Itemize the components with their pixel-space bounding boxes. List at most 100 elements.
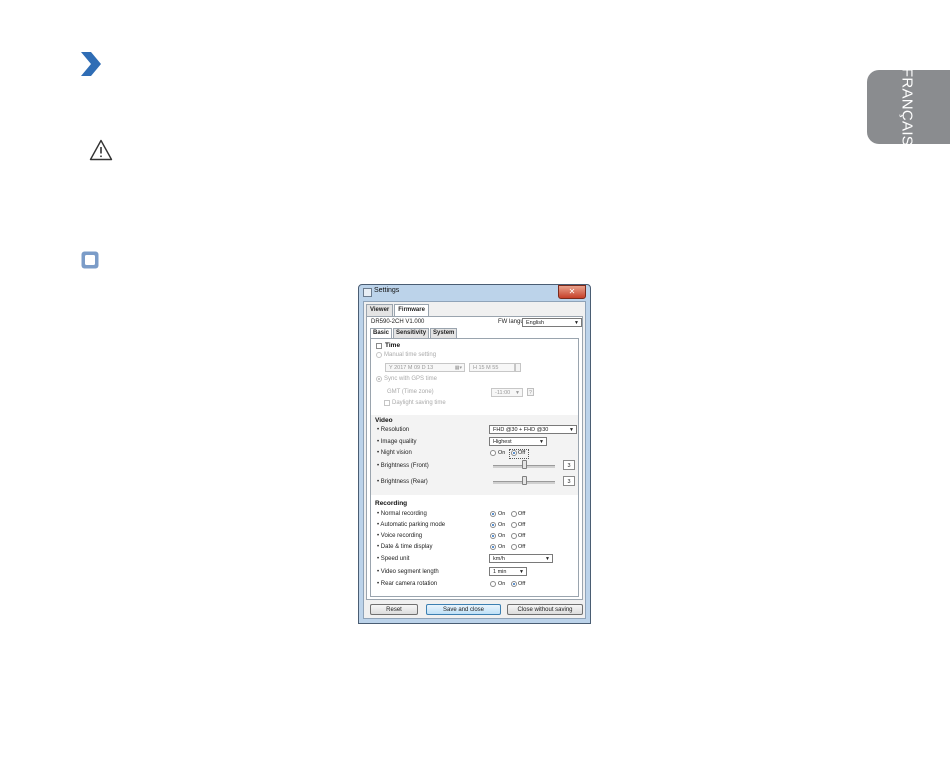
rear-rotation-off-label: Off [518,581,526,587]
resolution-label: • Resolution [377,427,410,433]
model-version: DR590-2CH V1.000 [371,319,425,325]
warning-icon [89,139,113,161]
rear-rotation-label: • Rear camera rotation [377,581,438,587]
recording-on-radio[interactable] [490,533,496,539]
chevron-right-icon [81,52,101,76]
speed-unit-select[interactable]: km/h ▼ [489,554,553,563]
night-vision-label: • Night vision [377,450,412,456]
title-bar: Settings ✕ [359,285,590,300]
recording-off-label: Off [518,522,526,528]
recording-on-radio[interactable] [490,522,496,528]
speed-unit-label: • Speed unit [377,556,410,562]
rear-rotation-off-radio[interactable] [511,581,517,587]
brightness-front-value[interactable]: 3 [563,460,575,470]
rear-rotation-on-radio[interactable] [490,581,496,587]
window-close-button[interactable]: ✕ [558,285,586,299]
recording-off-label: Off [518,533,526,539]
recording-header: Recording [375,500,408,507]
night-vision-off-label: Off [518,450,526,456]
segment-length-label: • Video segment length [377,569,439,575]
gmt-select[interactable]: -11:00 ▼ [491,388,523,397]
dropdown-arrow-icon: ▼ [515,390,520,396]
night-vision-off-radio[interactable] [511,450,517,456]
image-quality-label: • Image quality [377,439,417,445]
speed-unit-value: km/h [493,556,505,562]
square-bullet-icon [81,251,99,269]
recording-off-label: Off [518,544,526,550]
settings-window: Settings ✕ Viewer Firmware DR590-2CH V1.… [358,284,591,624]
night-vision-on-label: On [498,450,506,456]
time-section: Time Manual time setting Y 2017 M 09 D 1… [371,339,578,413]
firmware-panel: DR590-2CH V1.000 FW language English ▼ B… [366,316,583,600]
gmt-value: -11:00 [495,390,511,396]
brightness-rear-slider[interactable] [521,476,527,485]
time-header: Time [385,342,401,349]
reset-button[interactable]: Reset [370,604,418,615]
recording-off-radio[interactable] [511,511,517,517]
segment-length-value: 1 min [493,569,507,575]
close-without-saving-button[interactable]: Close without saving [507,604,583,615]
calendar-icon: ▦▾ [454,365,462,371]
time-spinner[interactable] [515,363,521,372]
language-side-tab-label: FRANÇAIS [898,67,916,147]
dropdown-arrow-icon: ▼ [545,556,550,562]
tab-sensitivity[interactable]: Sensitivity [393,328,430,338]
resolution-value: FHD @30 + FHD @30 [493,427,549,433]
gmt-help-button[interactable]: ? [527,388,534,396]
manual-time-radio[interactable] [376,352,382,358]
dropdown-arrow-icon: ▼ [569,427,574,433]
main-tabs: Viewer Firmware [366,304,430,317]
window-title: Settings [374,287,400,294]
tab-system[interactable]: System [430,328,458,338]
night-vision-on-radio[interactable] [490,450,496,456]
fw-language-select[interactable]: English ▼ [522,318,582,327]
gmt-label: GMT (Time zone) [387,389,434,395]
recording-on-radio[interactable] [490,511,496,517]
save-and-close-button[interactable]: Save and close [426,604,501,615]
tab-viewer[interactable]: Viewer [366,304,394,316]
gps-sync-radio[interactable] [376,376,382,382]
date-value: Y 2017 M 09 D 13 [389,365,434,371]
recording-row-label: • Voice recording [377,533,423,539]
language-side-tab: FRANÇAIS [867,67,950,147]
brightness-rear-value[interactable]: 3 [563,476,575,486]
recording-on-label: On [498,533,506,539]
recording-on-label: On [498,511,506,517]
window-client-area: Viewer Firmware DR590-2CH V1.000 FW lang… [363,301,586,619]
fw-language-value: English [526,320,545,326]
dst-label: Daylight saving time [392,400,446,406]
recording-on-label: On [498,544,506,550]
brightness-front-label: • Brightness (Front) [377,463,429,469]
time-field[interactable]: H 15 M 55 [469,363,515,372]
rear-rotation-on-label: On [498,581,506,587]
recording-row-label: • Date & time display [377,544,433,550]
segment-length-select[interactable]: 1 min ▼ [489,567,527,576]
recording-row-label: • Normal recording [377,511,427,517]
window-app-icon [363,288,372,297]
date-field[interactable]: Y 2017 M 09 D 13 ▦▾ [385,363,465,372]
video-header: Video [375,417,393,424]
recording-off-label: Off [518,511,526,517]
dialog-footer: Reset Save and close Close without savin… [368,603,583,617]
time-checkbox[interactable] [376,343,382,349]
dropdown-arrow-icon: ▼ [574,320,579,326]
recording-on-label: On [498,522,506,528]
dropdown-arrow-icon: ▼ [519,569,524,575]
image-quality-select[interactable]: Highest ▼ [489,437,547,446]
brightness-front-slider[interactable] [521,460,527,469]
gps-sync-label: Sync with GPS time [384,376,438,382]
resolution-select[interactable]: FHD @30 + FHD @30 ▼ [489,425,577,434]
time-value: H 15 M 55 [473,365,499,371]
recording-row-label: • Automatic parking mode [377,522,446,528]
image-quality-value: Highest [493,439,512,445]
recording-on-radio[interactable] [490,544,496,550]
video-section: Video • Resolution FHD @30 + FHD @30 ▼ •… [371,415,578,495]
basic-settings-panel: Time Manual time setting Y 2017 M 09 D 1… [370,338,579,597]
recording-off-radio[interactable] [511,522,517,528]
manual-time-label: Manual time setting [384,352,437,358]
recording-off-radio[interactable] [511,544,517,550]
recording-off-radio[interactable] [511,533,517,539]
recording-section: Recording • Normal recording On Off • Autom… [371,498,578,596]
dst-checkbox[interactable] [384,400,390,406]
brightness-rear-label: • Brightness (Rear) [377,479,428,485]
